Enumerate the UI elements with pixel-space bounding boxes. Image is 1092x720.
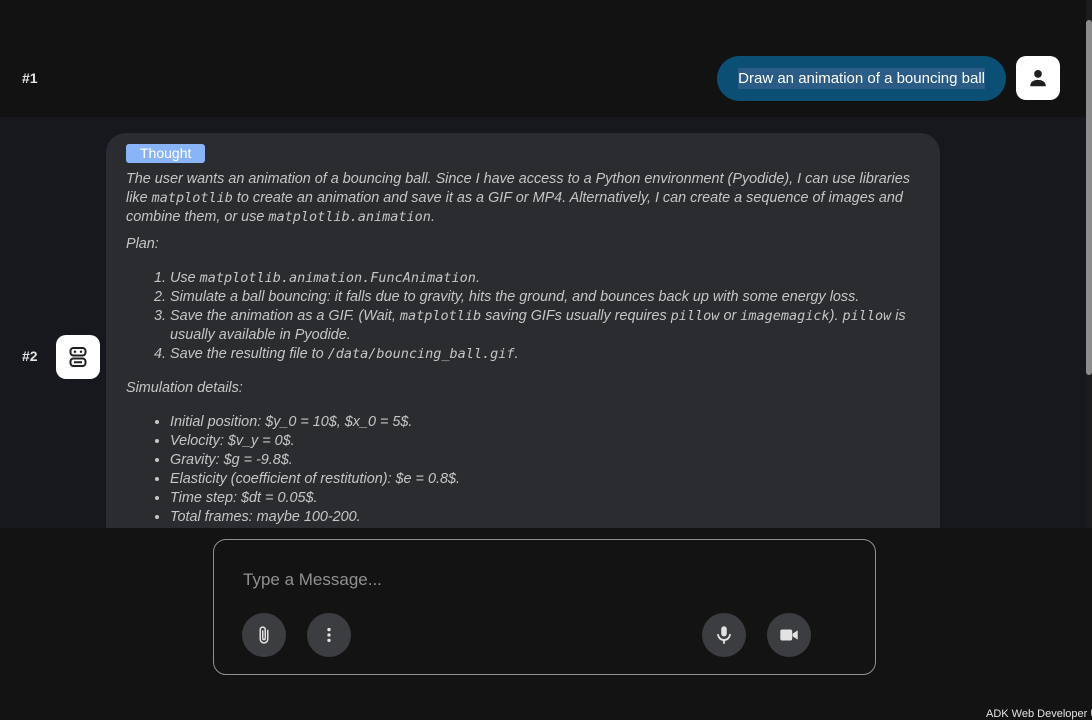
user-message-text: Draw an animation of a bouncing ball [738,68,985,89]
inline-code: matplotlib.animation [268,209,431,225]
simulation-item: Time step: $dt = 0.05$. [170,489,926,508]
user-avatar [1016,56,1060,100]
chat-area: #1 Draw an animation of a bouncing ball … [0,0,1092,528]
inline-code: matplotlib.animation.FuncAnimation [200,270,476,286]
thought-badge: Thought [126,144,205,163]
more-vert-icon [319,625,339,645]
message-composer [213,539,876,675]
plan-text: Save the animation as a GIF. (Wait, [170,308,400,324]
attach-button[interactable] [242,613,286,657]
plan-text: Use [170,270,200,286]
thought-intro: The user wants an animation of a bouncin… [126,170,926,227]
plan-text: ). [830,308,843,324]
person-icon [1027,67,1049,89]
simulation-item: Velocity: $v_y = 0$. [170,432,926,451]
thought-content: The user wants an animation of a bouncin… [126,170,926,527]
turn-number: #1 [22,70,38,86]
footer-label: ADK Web Developer U [986,708,1092,720]
plan-list: Use matplotlib.animation.FuncAnimation. … [126,269,926,364]
microphone-button[interactable] [702,613,746,657]
simulation-list: Initial position: $y_0 = 10$, $x_0 = 5$.… [126,413,926,527]
simulation-item: Elasticity (coefficient of restitution):… [170,470,926,489]
plan-item: Save the resulting file to /data/bouncin… [170,345,926,364]
message-input[interactable] [241,567,845,593]
more-options-button[interactable] [307,613,351,657]
inline-code: pillow [671,308,720,324]
inline-code: /data/bouncing_ball.gif [328,346,515,362]
inline-code: matplotlib [400,308,481,324]
video-button[interactable] [767,613,811,657]
bot-message-bubble: Thought The user wants an animation of a… [106,133,940,528]
inline-code: pillow [842,308,891,324]
inline-code: imagemagick [740,308,829,324]
plan-item: Simulate a ball bouncing: it falls due t… [170,288,926,307]
thought-intro-text: to create an animation and save it as a … [126,190,903,225]
scrollbar-thumb[interactable] [1086,20,1092,375]
plan-item: Use matplotlib.animation.FuncAnimation. [170,269,926,288]
simulation-item: Initial position: $y_0 = 10$, $x_0 = 5$. [170,413,926,432]
turn-user: #1 Draw an animation of a bouncing ball [0,0,1086,117]
thought-intro-text: . [431,209,435,225]
plan-text: or [719,308,740,324]
video-camera-icon [778,624,800,646]
microphone-icon [713,624,735,646]
simulation-label: Simulation details: [126,379,926,398]
plan-text: . [476,270,480,286]
plan-item: Save the animation as a GIF. (Wait, matp… [170,307,926,345]
plan-text: saving GIFs usually requires [481,308,671,324]
turn-number: #2 [22,348,38,364]
inline-code: matplotlib [152,190,233,206]
plan-text: Simulate a ball bouncing: it falls due t… [170,289,859,305]
bot-avatar [56,335,100,379]
plan-text: . [515,346,519,362]
simulation-item: Total frames: maybe 100-200. [170,508,926,527]
simulation-item: Gravity: $g = -9.8$. [170,451,926,470]
robot-icon [66,345,90,369]
paperclip-icon [254,625,274,645]
plan-text: Save the resulting file to [170,346,328,362]
turn-bot: #2 Thought The user wants an animation o… [0,117,1086,528]
plan-label: Plan: [126,235,926,254]
user-message-bubble[interactable]: Draw an animation of a bouncing ball [717,56,1006,101]
